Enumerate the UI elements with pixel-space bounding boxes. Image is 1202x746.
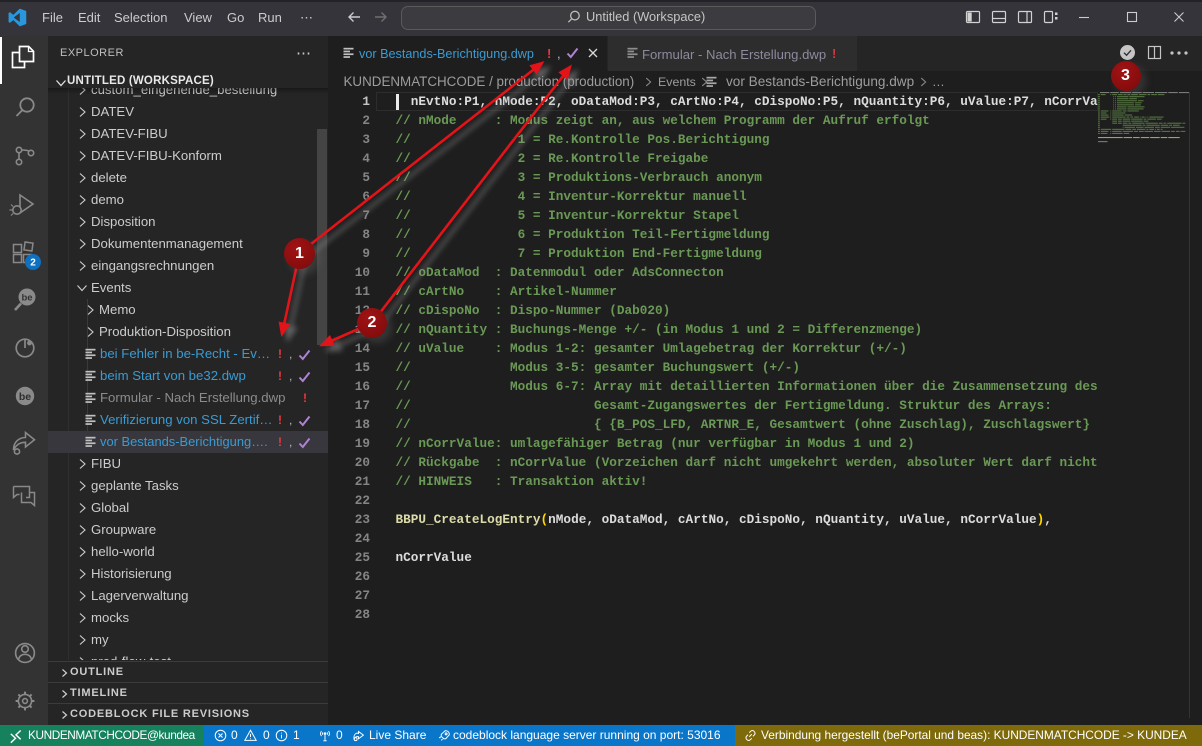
svg-text:be: be	[19, 391, 31, 403]
svg-text:2: 2	[30, 258, 36, 269]
svg-text:be: be	[21, 293, 32, 304]
